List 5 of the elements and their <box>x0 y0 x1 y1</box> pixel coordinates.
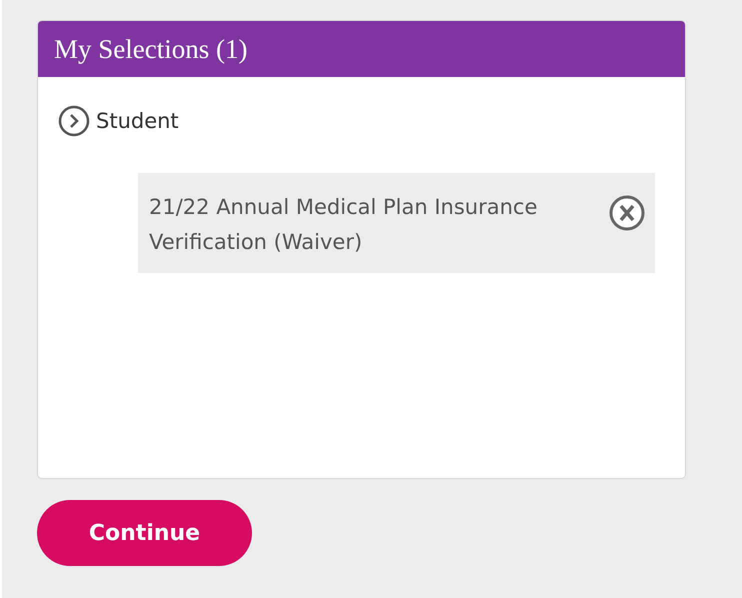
selection-label: 21/22 Annual Medical Plan Insurance Verification (Waiver) <box>149 194 538 256</box>
group-label: Student <box>96 109 179 133</box>
continue-button[interactable]: Continue <box>37 500 252 566</box>
panel-title: My Selections (1) <box>54 34 248 64</box>
chevron-circle-icon[interactable] <box>58 105 90 137</box>
